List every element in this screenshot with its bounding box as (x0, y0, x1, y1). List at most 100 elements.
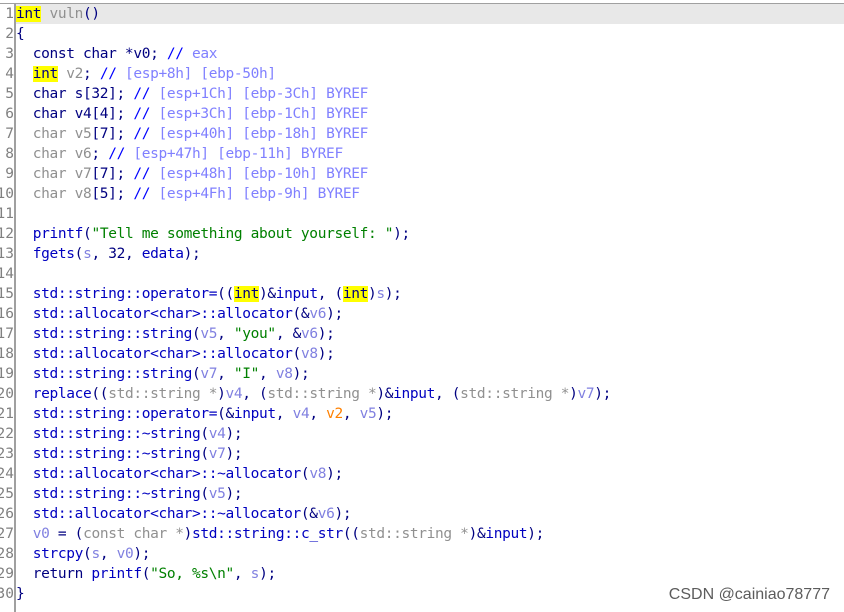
code-token[interactable]: ); (393, 226, 410, 242)
code-token[interactable]: )& (469, 526, 486, 542)
code-line[interactable]: int v2; // [esp+8h] [ebp-50h] (16, 64, 844, 84)
code-line[interactable]: std::string::operator=((int)&input, (int… (16, 284, 844, 304)
code-token[interactable]: input (234, 406, 276, 422)
code-token[interactable]: // (133, 186, 158, 202)
code-token[interactable]: ); (259, 566, 276, 582)
code-line[interactable]: char s[32]; // [esp+1Ch] [ebp-3Ch] BYREF (16, 84, 844, 104)
code-token[interactable]: (( (91, 386, 108, 402)
code-token[interactable]: std::string::string (16, 366, 193, 382)
code-token[interactable]: edata (142, 246, 184, 262)
code-token[interactable]: char v6 (16, 146, 92, 162)
code-token[interactable]: ); (133, 546, 150, 562)
code-token[interactable]: ); (385, 286, 402, 302)
code-token[interactable]: // (133, 166, 158, 182)
code-line[interactable]: replace((std::string *)v4, (std::string … (16, 384, 844, 404)
code-token[interactable]: "So, %s\n" (150, 566, 234, 582)
code-token[interactable]: ); (318, 346, 335, 362)
code-token[interactable]: // (133, 106, 158, 122)
pseudocode-view[interactable]: int vuln(){ const char *v0; // eax int v… (16, 4, 844, 612)
code-token[interactable]: v4 (209, 426, 226, 442)
code-line[interactable]: std::string::string(v5, "you", &v6); (16, 324, 844, 344)
code-token[interactable]: [7]; (91, 126, 133, 142)
code-token[interactable]: )& (259, 286, 276, 302)
code-token[interactable]: v8 (309, 466, 326, 482)
code-token[interactable]: ); (326, 306, 343, 322)
code-token[interactable]: input (276, 286, 318, 302)
code-line[interactable]: strcpy(s, v0); (16, 544, 844, 564)
code-line[interactable]: std::allocator<char>::~allocator(v8); (16, 464, 844, 484)
code-token[interactable]: std::string::~string (16, 486, 201, 502)
code-token[interactable]: fgets (16, 246, 75, 262)
code-token[interactable]: , (259, 366, 276, 382)
code-token[interactable]: s (376, 286, 385, 302)
code-token[interactable]: [esp+1Ch] [ebp-3Ch] BYREF (158, 86, 368, 102)
code-token[interactable]: v6 (309, 306, 326, 322)
code-line[interactable] (16, 204, 844, 224)
code-token[interactable]: v7 (578, 386, 595, 402)
code-token[interactable]: ); (226, 486, 243, 502)
highlighted-keyword[interactable]: int (16, 6, 41, 22)
code-token[interactable]: std::allocator<char>::~allocator (16, 466, 302, 482)
code-token[interactable]: , (309, 406, 326, 422)
code-token[interactable]: ); (334, 506, 351, 522)
code-token[interactable]: [esp+48h] [ebp-10h] BYREF (158, 166, 368, 182)
highlighted-keyword[interactable]: int (32, 66, 58, 82)
code-token[interactable]: ); (326, 466, 343, 482)
code-token[interactable]: v5 (200, 326, 217, 342)
code-token[interactable]: ); (226, 426, 243, 442)
code-token[interactable]: { (16, 26, 25, 42)
code-token[interactable]: std::string::~string (16, 426, 201, 442)
code-token[interactable]: // (133, 86, 158, 102)
code-token[interactable]: char v7 (16, 166, 92, 182)
code-line[interactable] (16, 264, 844, 284)
code-token[interactable]: , (217, 366, 234, 382)
code-token[interactable]: , (276, 406, 293, 422)
code-line[interactable]: std::allocator<char>::allocator(&v6); (16, 304, 844, 324)
code-token[interactable]: std::allocator<char>::allocator (16, 306, 293, 322)
code-token[interactable]: v5 (209, 486, 226, 502)
code-token[interactable]: s (251, 566, 260, 582)
code-line[interactable]: char v5[7]; // [esp+40h] [ebp-18h] BYREF (16, 124, 844, 144)
code-token[interactable]: [esp+3Ch] [ebp-1Ch] BYREF (158, 106, 368, 122)
code-token[interactable]: ); (318, 326, 335, 342)
code-token[interactable]: , 32, (91, 246, 141, 262)
code-token[interactable]: , (217, 326, 234, 342)
code-token[interactable]: input (393, 386, 435, 402)
code-token[interactable]: char v5 (16, 126, 92, 142)
code-line[interactable]: std::string::string(v7, "I", v8); (16, 364, 844, 384)
code-token[interactable]: (& (301, 506, 318, 522)
highlighted-keyword[interactable]: int (342, 286, 368, 302)
code-token[interactable]: s (91, 546, 100, 562)
code-token[interactable]: char v4[4]; (16, 106, 133, 122)
code-token[interactable]: // (167, 46, 192, 62)
code-line[interactable]: std::string::operator=(&input, v4, v2, v… (16, 404, 844, 424)
code-line[interactable]: char v7[7]; // [esp+48h] [ebp-10h] BYREF (16, 164, 844, 184)
code-token[interactable]: ; (91, 146, 108, 162)
code-token[interactable]: ); (226, 446, 243, 462)
code-token[interactable]: , ( (435, 386, 460, 402)
code-token[interactable]: ) (569, 386, 578, 402)
code-token[interactable]: ( (200, 426, 209, 442)
code-token[interactable]: ( (293, 346, 302, 362)
code-token[interactable]: char v8 (16, 186, 92, 202)
code-token[interactable]: ); (594, 386, 611, 402)
code-token[interactable] (16, 66, 33, 82)
code-token[interactable]: ( (142, 566, 151, 582)
code-token[interactable]: = ( (50, 526, 84, 542)
code-token[interactable]: std::allocator<char>::allocator (16, 346, 293, 362)
code-token[interactable]: v4 (226, 386, 243, 402)
code-token[interactable]: printf (16, 226, 84, 242)
code-token[interactable]: vuln (41, 6, 84, 22)
code-line[interactable]: std::string::~string(v7); (16, 444, 844, 464)
code-token[interactable]: // (100, 66, 125, 82)
code-token[interactable]: (( (343, 526, 360, 542)
highlighted-keyword[interactable]: int (233, 286, 259, 302)
code-line[interactable]: char v6; // [esp+47h] [ebp-11h] BYREF (16, 144, 844, 164)
code-token[interactable]: [esp+8h] [ebp-50h] (125, 66, 276, 82)
code-line[interactable]: std::allocator<char>::allocator(v8); (16, 344, 844, 364)
code-line[interactable]: char v8[5]; // [esp+4Fh] [ebp-9h] BYREF (16, 184, 844, 204)
code-line[interactable]: fgets(s, 32, edata); (16, 244, 844, 264)
code-token[interactable]: ); (293, 366, 310, 382)
code-line[interactable]: { (16, 24, 844, 44)
code-token[interactable]: () (83, 6, 100, 22)
